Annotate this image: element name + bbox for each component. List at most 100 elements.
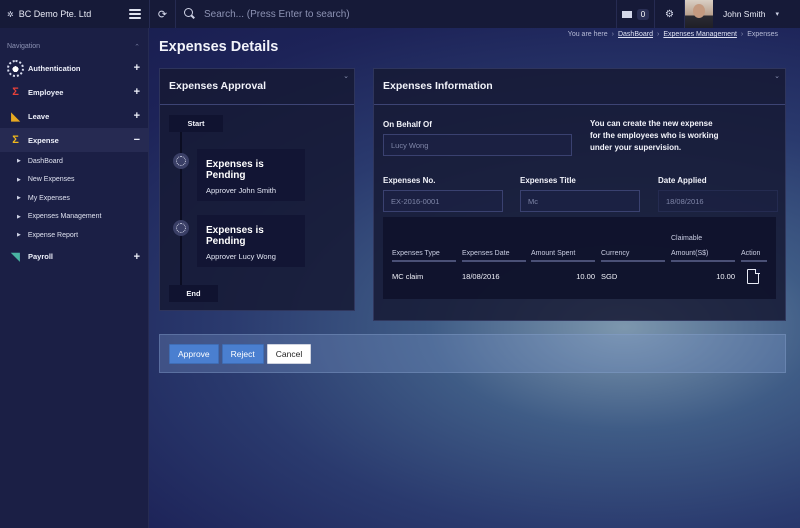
column-header: Expenses Date bbox=[462, 250, 526, 262]
step-title: Expenses is Pending bbox=[206, 225, 264, 247]
chevron-up-icon[interactable]: ⌃ bbox=[134, 43, 140, 51]
sidebar-item-expense[interactable]: Σ Expense − bbox=[0, 128, 148, 152]
chevron-down-icon: ▾ bbox=[775, 11, 780, 18]
caret-right-icon: ▶ bbox=[17, 158, 21, 165]
expense-icon: Σ bbox=[12, 134, 19, 146]
approval-step-2: Expenses is Pending Approver Lucy Wong bbox=[197, 215, 305, 267]
behalf-note: You can create the new expense for the e… bbox=[590, 119, 719, 152]
expenses-title-field[interactable]: Mc bbox=[520, 190, 640, 212]
sidebar-subitem-label: Expense Report bbox=[27, 231, 79, 239]
brand-name: BC Demo Pte. Ltd bbox=[18, 9, 92, 19]
flow-start: Start bbox=[169, 115, 223, 132]
breadcrumb-separator: › bbox=[740, 31, 744, 38]
action-bar: Approve Reject Cancel bbox=[159, 334, 786, 373]
sidebar-subitem-dashboard[interactable]: ▶ DashBoard bbox=[0, 152, 148, 171]
nav-heading: Navigation ⌃ bbox=[0, 28, 148, 56]
sidebar-item-label: Payroll bbox=[28, 252, 54, 261]
sidebar-item-payroll[interactable]: ◥ Payroll + bbox=[0, 245, 148, 269]
step-approver: Approver Lucy Wong bbox=[206, 252, 276, 261]
expenses-no-field[interactable]: EX-2016-0001 bbox=[383, 190, 503, 212]
expenses-table: Expenses Type Expenses Date Amount Spent… bbox=[383, 217, 776, 299]
approve-button[interactable]: Approve bbox=[169, 343, 219, 364]
sidebar-subitem-my-expenses[interactable]: ▶ My Expenses bbox=[0, 189, 148, 208]
payroll-icon: ◥ bbox=[11, 251, 20, 263]
leave-icon: ◣ bbox=[11, 110, 20, 123]
approval-panel: ⌄ Expenses Approval Start Expenses is Pe… bbox=[159, 68, 355, 311]
user-menu[interactable]: John Smith ▾ bbox=[684, 0, 800, 28]
sidebar-item-label: Employee bbox=[28, 87, 64, 97]
approval-step-1: Expenses is Pending Approver John Smith bbox=[197, 149, 305, 201]
minus-icon[interactable]: − bbox=[134, 134, 140, 146]
sidebar-item-label: Leave bbox=[28, 111, 50, 121]
mail-button[interactable]: 0 bbox=[616, 0, 654, 28]
plus-icon[interactable]: + bbox=[134, 110, 140, 122]
column-header: Action bbox=[741, 250, 767, 262]
refresh-icon[interactable]: ⟳ bbox=[149, 0, 175, 28]
cancel-button[interactable]: Cancel bbox=[266, 343, 312, 364]
chevron-down-icon[interactable]: ⌄ bbox=[774, 72, 780, 80]
flow-end: End bbox=[169, 285, 218, 302]
plus-icon[interactable]: + bbox=[134, 251, 140, 263]
breadcrumb-prefix: You are here bbox=[567, 31, 608, 38]
caret-right-icon: ▶ bbox=[17, 176, 21, 183]
breadcrumb-dashboard[interactable]: DashBoard bbox=[618, 31, 653, 38]
brand[interactable]: ✲ BC Demo Pte. Ltd bbox=[0, 0, 149, 28]
search-icon bbox=[184, 8, 196, 20]
page-title: Expenses Details bbox=[159, 39, 279, 55]
behalf-field[interactable]: Lucy Wong bbox=[383, 134, 572, 156]
column-header: Amount(S$) bbox=[671, 250, 735, 262]
sidebar-item-label: Expense bbox=[28, 135, 59, 145]
sidebar-item-employee[interactable]: Σ Employee + bbox=[0, 80, 148, 104]
sidebar-subitem-expense-report[interactable]: ▶ Expense Report bbox=[0, 226, 148, 245]
top-bar: ✲ BC Demo Pte. Ltd ⟳ 0 ⚙ John Smith ▾ bbox=[0, 0, 800, 28]
menu-toggle-icon[interactable] bbox=[129, 9, 141, 19]
plus-icon[interactable]: + bbox=[134, 62, 140, 74]
sidebar: Navigation ⌃ Authentication + Σ Employee… bbox=[0, 28, 149, 528]
date-applied-field[interactable]: 18/08/2016 bbox=[658, 190, 778, 212]
step-approver: Approver John Smith bbox=[206, 186, 277, 195]
approval-panel-title: Expenses Approval bbox=[160, 69, 354, 105]
sidebar-item-leave[interactable]: ◣ Leave + bbox=[0, 104, 148, 128]
behalf-label: On Behalf Of bbox=[383, 120, 432, 129]
employee-icon: Σ bbox=[12, 86, 19, 98]
info-panel-title: Expenses Information bbox=[374, 69, 785, 105]
step-title: Expenses is Pending bbox=[206, 159, 264, 181]
pending-node-icon bbox=[173, 153, 189, 169]
breadcrumb-expenses-management[interactable]: Expenses Management bbox=[663, 31, 737, 38]
search-bar bbox=[175, 0, 616, 28]
sidebar-subitem-label: New Expenses bbox=[27, 176, 75, 184]
column-header: Amount Spent bbox=[531, 250, 595, 262]
breadcrumb-separator: › bbox=[611, 31, 614, 38]
column-header: Expenses Type bbox=[392, 250, 456, 262]
column-header: Claimable bbox=[671, 235, 703, 242]
nav-heading-label: Navigation bbox=[7, 43, 41, 50]
cog-logo-icon: ✲ bbox=[7, 9, 14, 19]
breadcrumb-current: Expenses bbox=[747, 31, 778, 38]
breadcrumb-separator: › bbox=[657, 31, 660, 38]
cell-claimable: 10.00 bbox=[716, 272, 735, 281]
auth-icon bbox=[7, 59, 24, 77]
gear-icon[interactable]: ⚙ bbox=[654, 0, 684, 28]
document-icon[interactable] bbox=[747, 268, 760, 284]
caret-right-icon: ▶ bbox=[17, 213, 21, 220]
pending-node-icon bbox=[173, 220, 189, 236]
sidebar-subitem-label: DashBoard bbox=[27, 157, 63, 165]
caret-right-icon: ▶ bbox=[17, 195, 21, 202]
expenses-no-label: Expenses No. bbox=[383, 176, 436, 185]
sidebar-subitem-label: My Expenses bbox=[27, 194, 70, 202]
column-header: Currency bbox=[601, 250, 665, 262]
sidebar-item-authentication[interactable]: Authentication + bbox=[0, 56, 148, 80]
sidebar-subitem-new-expenses[interactable]: ▶ New Expenses bbox=[0, 171, 148, 190]
plus-icon[interactable]: + bbox=[134, 86, 140, 98]
cell-date: 18/08/2016 bbox=[462, 272, 500, 281]
cell-amount: 10.00 bbox=[576, 272, 595, 281]
reject-button[interactable]: Reject bbox=[221, 343, 264, 364]
sidebar-subitem-expenses-management[interactable]: ▶ Expenses Management bbox=[0, 208, 148, 227]
envelope-icon bbox=[621, 10, 632, 18]
breadcrumb: You are here › DashBoard › Expenses Mana… bbox=[568, 31, 778, 38]
sidebar-item-label: Authentication bbox=[28, 63, 81, 73]
search-input[interactable] bbox=[204, 8, 504, 20]
user-name: John Smith bbox=[723, 9, 766, 19]
caret-right-icon: ▶ bbox=[17, 232, 21, 239]
chevron-down-icon[interactable]: ⌄ bbox=[343, 72, 349, 80]
